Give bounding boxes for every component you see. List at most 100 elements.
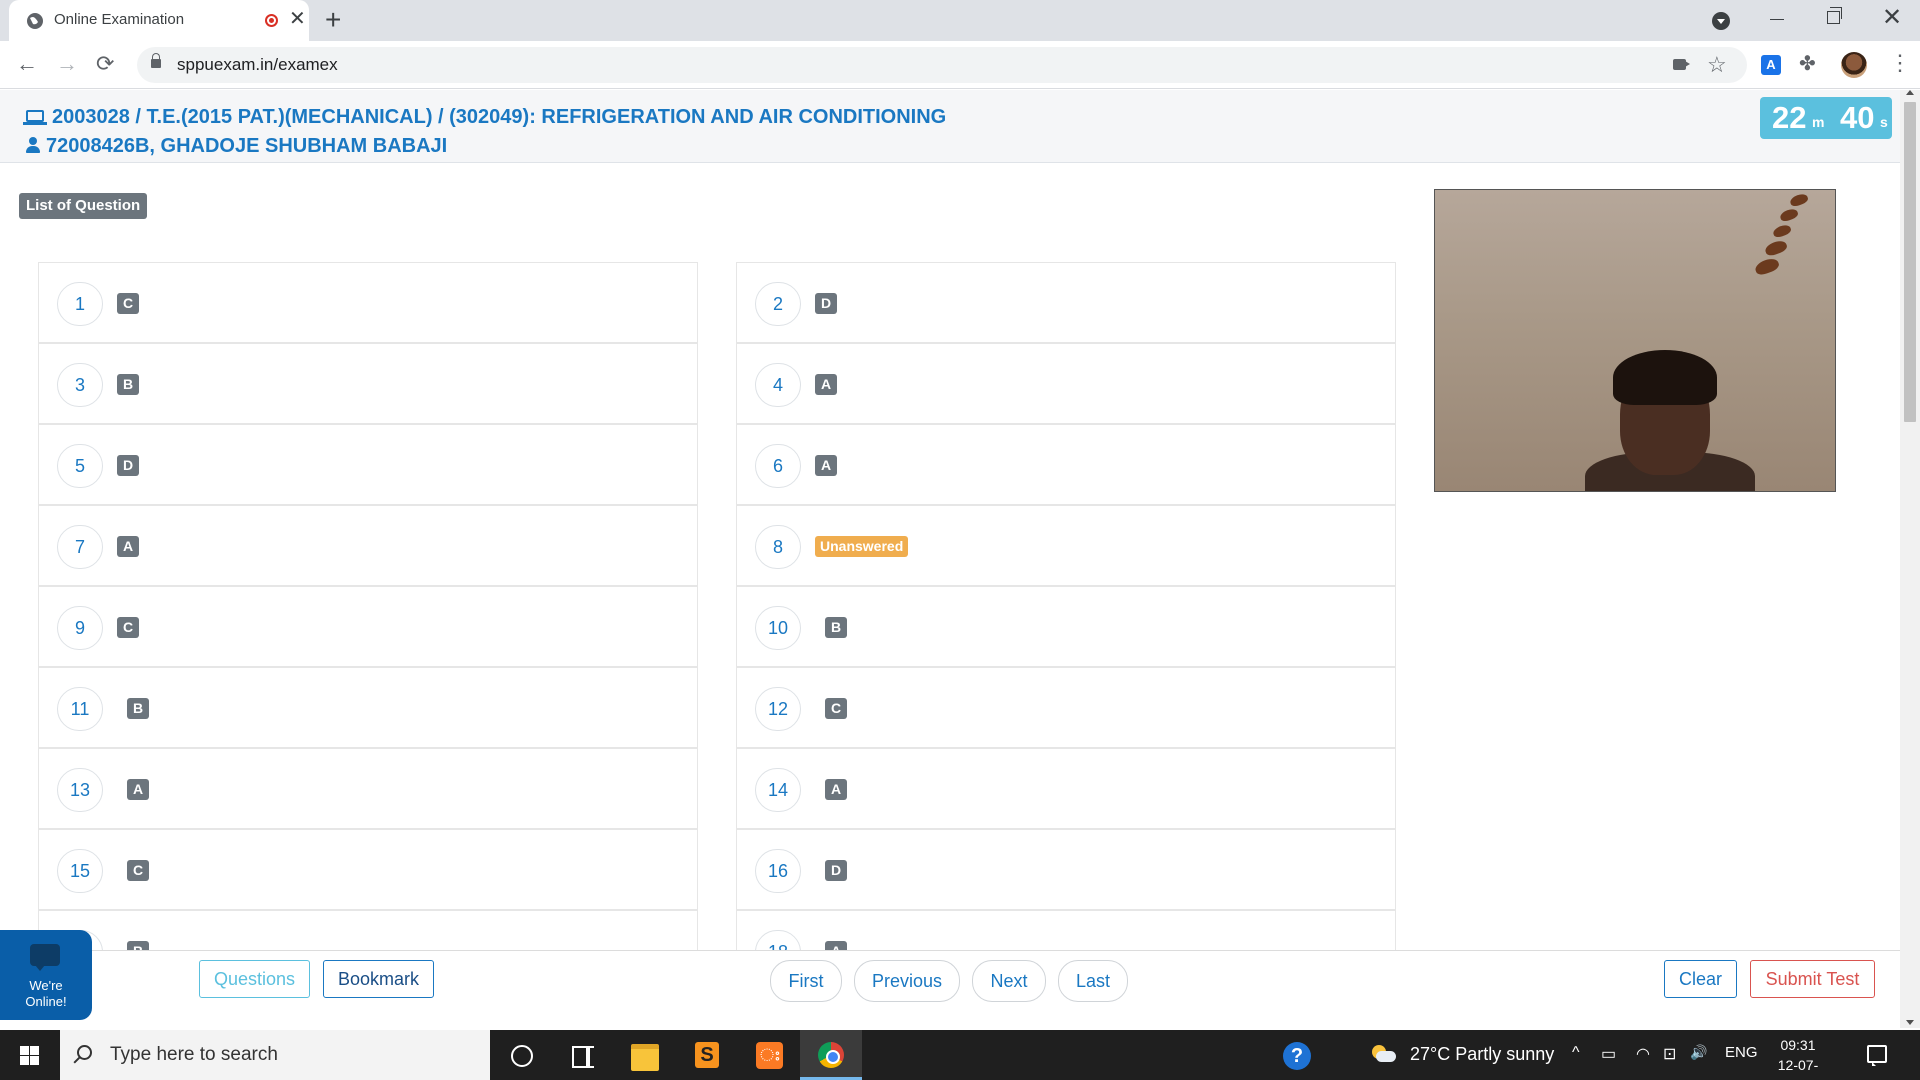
- question-item[interactable]: 2D: [736, 262, 1396, 343]
- back-arrow-icon[interactable]: ←: [16, 51, 38, 77]
- taskbar-clock[interactable]: 09:31 12-07-2021: [1768, 1035, 1828, 1080]
- question-item[interactable]: 9C: [38, 586, 698, 667]
- question-item[interactable]: 5D: [38, 424, 698, 505]
- question-number-button[interactable]: 14: [755, 768, 802, 812]
- question-number-button[interactable]: 7: [57, 525, 103, 569]
- battery-icon[interactable]: ▭: [1601, 1044, 1616, 1064]
- chrome-taskbar-icon[interactable]: [800, 1030, 862, 1080]
- question-number-button[interactable]: 4: [755, 363, 801, 407]
- partly-sunny-icon[interactable]: [1372, 1045, 1396, 1063]
- question-item[interactable]: 11 B: [38, 667, 698, 748]
- help-icon[interactable]: ?: [1283, 1042, 1311, 1070]
- page-scrollbar[interactable]: [1900, 90, 1920, 1028]
- question-number-button[interactable]: 11: [57, 687, 103, 731]
- new-tab-button[interactable]: +: [325, 5, 341, 35]
- question-number-button[interactable]: 10: [755, 606, 802, 650]
- question-number-button[interactable]: 15: [57, 849, 104, 893]
- question-item[interactable]: 15 C: [38, 829, 698, 910]
- first-button[interactable]: First: [770, 960, 842, 1002]
- course-line-text: 2003028 / T.E.(2015 PAT.)(MECHANICAL) / …: [52, 106, 947, 128]
- countdown-timer: 22 m 40 s: [1760, 97, 1892, 139]
- previous-button[interactable]: Previous: [854, 960, 960, 1002]
- answer-badge: B: [127, 698, 149, 719]
- question-item[interactable]: 8 Unanswered: [736, 505, 1396, 586]
- question-item[interactable]: 6A: [736, 424, 1396, 505]
- clear-button[interactable]: Clear: [1664, 960, 1737, 998]
- lock-icon[interactable]: [151, 53, 161, 68]
- question-number-button[interactable]: 9: [57, 606, 103, 650]
- question-number-button[interactable]: 1: [57, 282, 103, 326]
- network-icon[interactable]: ⊡: [1663, 1044, 1676, 1064]
- question-number-button[interactable]: 18: [755, 930, 802, 950]
- forward-arrow-icon[interactable]: →: [56, 51, 78, 77]
- question-item[interactable]: 17B: [38, 910, 698, 950]
- recording-indicator-icon: [265, 14, 278, 27]
- question-number-button[interactable]: 16: [755, 849, 802, 893]
- show-hidden-icons-icon[interactable]: ^: [1572, 1044, 1580, 1062]
- question-item[interactable]: 1C: [38, 262, 698, 343]
- browser-tab[interactable]: Online Examination ✕: [9, 0, 309, 41]
- question-item[interactable]: 14 A: [736, 748, 1396, 829]
- camera-in-use-icon[interactable]: [1673, 59, 1686, 70]
- language-indicator[interactable]: ENG: [1725, 1044, 1758, 1061]
- wifi-icon[interactable]: ◠: [1636, 1044, 1650, 1064]
- notification-center-icon[interactable]: [1867, 1045, 1887, 1066]
- extensions-puzzle-icon[interactable]: ✤: [1799, 51, 1816, 76]
- question-item[interactable]: 10 B: [736, 586, 1396, 667]
- extension-a-icon[interactable]: A: [1761, 55, 1781, 75]
- scrollbar-thumb[interactable]: [1904, 102, 1916, 422]
- submit-test-button[interactable]: Submit Test: [1750, 960, 1875, 998]
- questions-button[interactable]: Questions: [199, 960, 310, 998]
- file-explorer-icon[interactable]: [614, 1030, 676, 1080]
- answer-badge: A: [117, 536, 139, 557]
- question-item[interactable]: 7A: [38, 505, 698, 586]
- volume-icon[interactable]: 🔊: [1690, 1044, 1707, 1061]
- list-of-question-label: List of Question: [19, 193, 148, 219]
- taskbar-search-box[interactable]: Type here to search: [60, 1030, 490, 1080]
- question-number-button[interactable]: 5: [57, 444, 103, 488]
- minimize-icon[interactable]: [1770, 19, 1784, 20]
- question-item[interactable]: 18 A: [736, 910, 1396, 950]
- question-number-button[interactable]: 8: [755, 525, 801, 569]
- browser-tab-strip: Online Examination ✕ + ✕: [0, 0, 1920, 41]
- live-chat-widget[interactable]: We're Online!: [0, 930, 92, 1020]
- window-close-icon[interactable]: ✕: [1882, 4, 1902, 32]
- tab-close-icon[interactable]: ✕: [289, 8, 306, 30]
- last-button[interactable]: Last: [1058, 960, 1128, 1002]
- sublime-text-icon[interactable]: [676, 1030, 738, 1080]
- answer-badge: C: [117, 293, 139, 314]
- address-bar[interactable]: sppuexam.in/examex ☆: [137, 47, 1747, 83]
- question-item[interactable]: 13 A: [38, 748, 698, 829]
- bookmark-star-icon[interactable]: ☆: [1707, 52, 1727, 78]
- answer-badge: D: [825, 860, 847, 881]
- answer-badge: A: [815, 455, 837, 476]
- chat-line-1: We're: [29, 978, 63, 993]
- tab-search-icon[interactable]: [1712, 12, 1730, 30]
- question-number-button[interactable]: 6: [755, 444, 801, 488]
- unanswered-badge: Unanswered: [815, 536, 909, 557]
- question-item[interactable]: 3B: [38, 343, 698, 424]
- scroll-up-arrow-icon[interactable]: [1906, 90, 1914, 95]
- clock-date: 12-07-2021: [1777, 1057, 1819, 1080]
- question-number-button[interactable]: 3: [57, 363, 103, 407]
- url-text[interactable]: sppuexam.in/examex: [177, 55, 338, 75]
- cortana-icon[interactable]: [490, 1030, 552, 1080]
- xampp-icon[interactable]: [738, 1030, 800, 1080]
- next-button[interactable]: Next: [972, 960, 1046, 1002]
- windows-start-icon[interactable]: [20, 1046, 39, 1065]
- question-number-button[interactable]: 12: [755, 687, 802, 731]
- question-item[interactable]: 4A: [736, 343, 1396, 424]
- weather-text[interactable]: 27°C Partly sunny: [1410, 1044, 1554, 1065]
- reload-icon[interactable]: ⟳: [96, 51, 114, 77]
- bookmark-button[interactable]: Bookmark: [323, 960, 434, 998]
- restore-icon[interactable]: [1827, 7, 1842, 24]
- answer-badge: C: [127, 860, 149, 881]
- scroll-down-arrow-icon[interactable]: [1906, 1020, 1914, 1025]
- profile-avatar[interactable]: [1841, 52, 1867, 78]
- question-item[interactable]: 12 C: [736, 667, 1396, 748]
- browser-menu-icon[interactable]: ⋮: [1889, 50, 1911, 76]
- task-view-icon[interactable]: [552, 1030, 614, 1080]
- question-item[interactable]: 16 D: [736, 829, 1396, 910]
- question-number-button[interactable]: 13: [57, 768, 104, 812]
- question-number-button[interactable]: 2: [755, 282, 801, 326]
